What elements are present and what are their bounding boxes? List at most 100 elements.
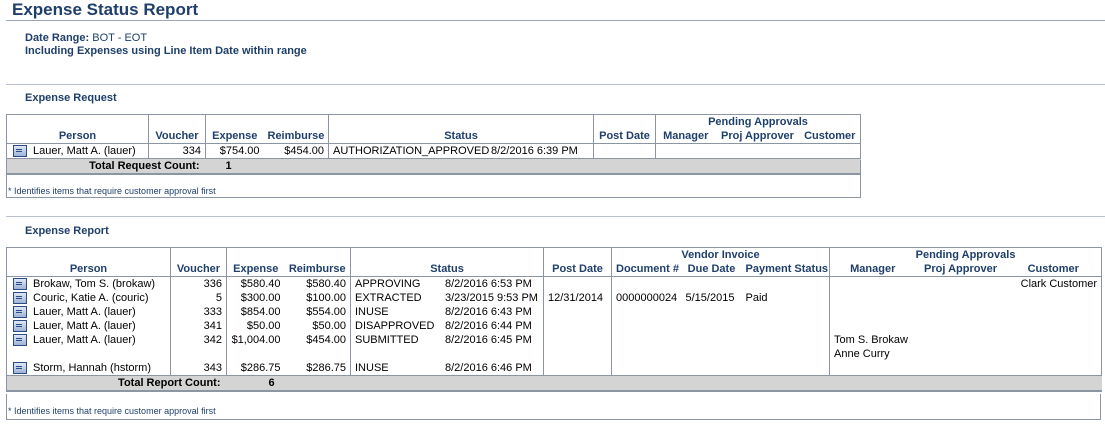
manager-name: Anne Curry [834, 348, 890, 360]
post-date-cell [543, 319, 612, 333]
person-cell[interactable]: Lauer, Matt A. (lauer) [6, 143, 149, 159]
col-expense: Expense [226, 247, 285, 277]
col-person: Person [6, 114, 149, 144]
person-name: Brokaw, Tom S. (brokaw) [33, 278, 156, 290]
reimburse-cell: $454.00 [284, 333, 351, 361]
status-cell: INUSE 8/2/2016 6:43 PM [350, 305, 544, 319]
customer-cell [1005, 319, 1103, 333]
document-cell [612, 333, 682, 361]
due-date-cell: 5/15/2015 [685, 292, 735, 304]
col-payment-status: Payment Status [741, 262, 831, 277]
manager-cell [830, 291, 916, 305]
total-row: Total Report Count: 6 [6, 375, 1102, 392]
person-name: Storm, Hannah (hstorm) [33, 362, 151, 374]
status-cell: AUTHORIZATION_APPROVED 8/2/2016 6:39 PM [328, 143, 594, 159]
status-date: 8/2/2016 6:53 PM [445, 278, 532, 290]
document-detail-icon[interactable] [13, 145, 27, 158]
person-cell[interactable]: Storm, Hannah (hstorm) [6, 361, 171, 376]
col-vendor-invoice: Vendor Invoice [611, 247, 831, 262]
col-status: Status [328, 114, 594, 144]
date-range-value: BOT - EOT [92, 32, 148, 44]
document-cell [611, 276, 682, 291]
total-label: Total Report Count: [6, 375, 227, 392]
table-row: Lauer, Matt A. (lauer) 333 $854.00 $554.00 I… [6, 305, 1103, 319]
document-cell [612, 319, 682, 333]
document-detail-icon[interactable] [13, 362, 27, 375]
col-pending-approvals: Pending Approvals [655, 114, 862, 129]
title-divider [6, 20, 1105, 21]
status-date: 8/2/2016 6:43 PM [445, 306, 532, 318]
due-date-cell [681, 276, 742, 291]
col-due-date: Due Date [687, 263, 736, 275]
customer-cell [1005, 361, 1103, 376]
col-pending-approvals: Pending Approvals [829, 247, 1103, 262]
col-proj-approver: Proj Approver [924, 263, 997, 275]
section-divider [6, 84, 1105, 85]
voucher-cell: 341 [170, 319, 227, 333]
manager-cell: Tom S. Brokaw Anne Curry [830, 333, 916, 361]
voucher-cell: 334 [148, 143, 206, 159]
payment-status-cell [741, 276, 831, 291]
proj-approver-cell [915, 276, 1006, 291]
person-cell[interactable]: Lauer, Matt A. (lauer) [6, 305, 171, 319]
col-reimburse: Reimburse [263, 114, 329, 144]
person-cell[interactable]: Couric, Katie A. (couric) [6, 291, 171, 305]
col-person: Person [6, 247, 171, 277]
post-date-cell [543, 361, 612, 376]
table-row: Brokaw, Tom S. (brokaw) 336 $580.40 $580.40… [6, 276, 1103, 291]
document-detail-icon[interactable] [13, 306, 27, 319]
status-text: DISAPPROVED [355, 320, 435, 332]
person-name: Couric, Katie A. (couric) [33, 292, 149, 304]
expense-cell: $754.00 [205, 143, 264, 159]
document-detail-icon[interactable] [13, 292, 27, 305]
expense-cell: $854.00 [240, 306, 281, 318]
person-cell[interactable]: Lauer, Matt A. (lauer) [6, 333, 171, 361]
manager-cell [830, 361, 916, 376]
manager-cell [655, 143, 716, 159]
col-expense: Expense [205, 114, 264, 144]
post-date-cell [543, 333, 612, 361]
document-detail-icon[interactable] [13, 278, 27, 291]
col-proj-approver: Proj Approver [721, 130, 794, 142]
status-cell: EXTRACTED 3/23/2015 9:53 PM [350, 291, 544, 305]
total-value: 6 [226, 375, 1102, 392]
proj-approver-cell [916, 361, 1006, 376]
due-date-cell [682, 319, 742, 333]
col-customer: Customer [1005, 262, 1103, 277]
table-row: Lauer, Matt A. (lauer) 334 $754.00 $454.… [6, 143, 862, 159]
status-date: 8/2/2016 6:44 PM [445, 320, 532, 332]
voucher-cell: 342 [170, 333, 227, 361]
document-detail-icon[interactable] [13, 334, 27, 347]
page-title: Expense Status Report [12, 0, 199, 19]
document-cell [612, 361, 682, 376]
status-text: INUSE [355, 362, 389, 374]
report-section-title: Expense Report [25, 225, 109, 237]
status-cell: DISAPPROVED 8/2/2016 6:44 PM [350, 319, 544, 333]
reimburse-cell: $286.75 [284, 361, 351, 376]
reimburse-cell: $100.00 [284, 291, 351, 305]
expense-cell: $1,004.00 [231, 334, 281, 346]
person-name: Lauer, Matt A. (lauer) [33, 334, 136, 346]
person-cell[interactable]: Brokaw, Tom S. (brokaw) [6, 276, 171, 291]
reimburse-cell: $554.00 [284, 305, 351, 319]
payment-status-cell [741, 305, 831, 319]
col-status: Status [350, 247, 544, 277]
table-row: Lauer, Matt A. (lauer) 341 $50.00 $50.00 DIS… [6, 319, 1103, 333]
due-date-cell [682, 305, 742, 319]
table-row: Storm, Hannah (hstorm) 343 $286.75 $286.75 I… [6, 361, 1103, 376]
post-date-cell: 12/31/2014 [543, 291, 612, 305]
col-document: Document # [616, 263, 679, 275]
due-date-cell [682, 333, 742, 361]
person-cell[interactable]: Lauer, Matt A. (lauer) [6, 319, 171, 333]
manager-cell [829, 276, 916, 291]
reimburse-cell: $580.40 [284, 276, 351, 291]
proj-approver-cell [916, 291, 1006, 305]
including-note: Including Expenses using Line Item Date … [25, 45, 307, 57]
col-manager: Manager [663, 130, 709, 142]
customer-cell [1005, 291, 1103, 305]
expense-cell: $50.00 [246, 320, 281, 332]
expense-cell: $580.40 [226, 276, 285, 291]
document-detail-icon[interactable] [13, 320, 27, 333]
proj-approver-cell [916, 305, 1006, 319]
status-date: 8/2/2016 6:45 PM [445, 334, 532, 346]
